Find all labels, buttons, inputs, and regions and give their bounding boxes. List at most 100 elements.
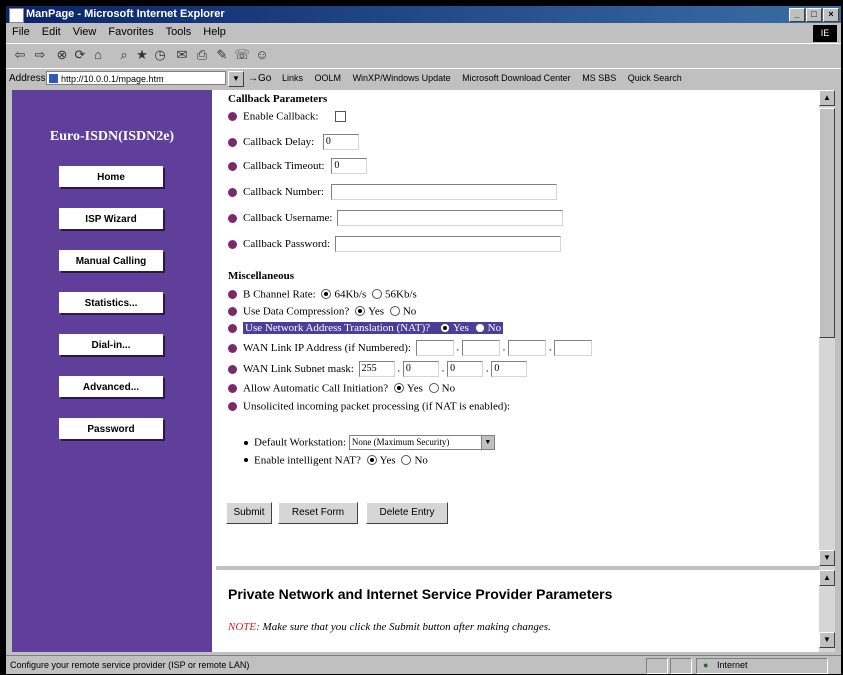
bullet-icon <box>228 401 237 411</box>
menu-favorites[interactable]: Favorites <box>102 24 159 40</box>
callback-timeout-input[interactable]: 0 <box>331 158 368 174</box>
intelligent-nat-no-radio[interactable] <box>401 455 412 466</box>
link-ms-sbs[interactable]: MS SBS <box>582 73 616 83</box>
minimize-button[interactable]: _ <box>789 8 805 22</box>
stop-icon[interactable]: ⊗ <box>54 47 70 63</box>
nav-isp-wizard-button[interactable]: ISP Wizard <box>59 208 163 229</box>
status-segment <box>670 658 692 674</box>
wan-mask-octet-1[interactable]: 255 <box>358 361 395 377</box>
compression-yes-label: Yes <box>368 305 385 318</box>
nat-label: Use Network Address Translation (NAT)? <box>243 322 433 335</box>
enable-callback-label: Enable Callback: <box>243 110 319 123</box>
chevron-down-icon: ▼ <box>480 436 494 449</box>
delete-entry-button[interactable]: Delete Entry <box>366 502 448 524</box>
menu-file[interactable]: File <box>6 24 36 40</box>
print-icon[interactable]: ⎙ <box>194 47 210 63</box>
b-channel-64-label: 64Kb/s <box>334 288 367 301</box>
wan-mask-octet-3[interactable]: 0 <box>447 361 484 377</box>
browser-window: ManPage - Microsoft Internet Explorer _ □… <box>6 6 841 674</box>
nav-password-button[interactable]: Password <box>59 418 163 439</box>
sidebar-title: Euro-ISDN(ISDN2e) <box>49 129 175 144</box>
scroll-up-icon[interactable]: ▲ <box>819 90 835 106</box>
menu-edit[interactable]: Edit <box>36 24 67 40</box>
wan-ip-row: WAN Link IP Address (if Numbered): . . . <box>228 340 593 358</box>
note-text: Make sure that you click the Submit butt… <box>262 621 551 633</box>
home-icon[interactable]: ⌂ <box>90 47 106 63</box>
menu-tools[interactable]: Tools <box>160 24 198 40</box>
discuss-icon[interactable]: ☏ <box>234 47 250 63</box>
misc-heading: Miscellaneous <box>228 270 294 282</box>
b-channel-56-radio[interactable] <box>372 289 382 300</box>
menu-help[interactable]: Help <box>197 24 232 40</box>
enable-callback-row: Enable Callback: <box>228 110 347 128</box>
link-download-center[interactable]: Microsoft Download Center <box>462 73 571 83</box>
wan-ip-octet-3[interactable] <box>508 340 547 356</box>
bullet-icon <box>228 239 237 249</box>
compression-label: Use Data Compression? <box>243 305 350 318</box>
main-scrollbar[interactable]: ▲ ▼ <box>819 90 835 566</box>
unsolicited-row: Unsolicited incoming packet processing (… <box>228 400 510 418</box>
nat-no-radio[interactable] <box>474 323 485 334</box>
bullet-icon <box>228 111 237 121</box>
link-windows-update[interactable]: WinXP/Windows Update <box>353 73 451 83</box>
callback-password-row: Callback Password: <box>228 236 561 254</box>
go-button[interactable]: →Go <box>248 73 271 84</box>
nat-yes-radio[interactable] <box>439 323 450 334</box>
address-bar: Address http://10.0.0.1/mpage.htm ▼ →Go … <box>6 68 841 89</box>
link-oolm[interactable]: OOLM <box>315 73 342 83</box>
compression-no-radio[interactable] <box>389 306 400 317</box>
address-dropdown-icon[interactable]: ▼ <box>228 71 244 87</box>
menu-view[interactable]: View <box>67 24 103 40</box>
history-icon[interactable]: ◷ <box>152 47 168 63</box>
link-quick-search[interactable]: Quick Search <box>628 73 682 83</box>
info-scrollbar[interactable]: ▲ ▼ <box>819 566 835 652</box>
scroll-down-icon[interactable]: ▼ <box>819 632 835 648</box>
compression-no-label: No <box>402 305 417 318</box>
nat-yes-label: Yes <box>452 322 469 334</box>
nav-manual-calling-button[interactable]: Manual Calling <box>59 250 163 271</box>
favorites-icon[interactable]: ★ <box>134 47 150 63</box>
compression-yes-radio[interactable] <box>355 306 366 317</box>
search-icon[interactable]: ⌕ <box>116 47 132 63</box>
callback-username-input[interactable] <box>337 210 564 226</box>
bullet-icon <box>228 364 237 374</box>
nav-advanced-button[interactable]: Advanced... <box>59 376 163 397</box>
auto-call-yes-radio[interactable] <box>393 383 404 394</box>
address-input[interactable]: http://10.0.0.1/mpage.htm <box>46 71 226 85</box>
b-channel-label: B Channel Rate: <box>243 288 316 301</box>
nav-statistics-button[interactable]: Statistics... <box>59 292 163 313</box>
scroll-down-icon[interactable]: ▼ <box>819 550 835 566</box>
wan-ip-octet-4[interactable] <box>554 340 593 356</box>
nav-home-button[interactable]: Home <box>59 166 163 187</box>
bullet-icon <box>228 187 237 197</box>
wan-ip-octet-1[interactable] <box>415 340 454 356</box>
wan-mask-octet-2[interactable]: 0 <box>402 361 439 377</box>
bullet-icon <box>228 161 237 171</box>
refresh-icon[interactable]: ⟳ <box>72 47 88 63</box>
callback-password-label: Callback Password: <box>243 238 331 250</box>
auto-call-no-radio[interactable] <box>428 383 439 394</box>
forward-icon[interactable]: ⇨ <box>32 47 48 63</box>
reset-form-button[interactable]: Reset Form <box>278 502 358 524</box>
callback-delay-input[interactable]: 0 <box>322 134 359 150</box>
callback-number-input[interactable] <box>330 184 557 200</box>
edit-icon[interactable]: ✎ <box>214 47 230 63</box>
nav-dial-in-button[interactable]: Dial-in... <box>59 334 163 355</box>
default-workstation-select[interactable]: None (Maximum Security) ▼ <box>348 435 495 450</box>
close-button[interactable]: × <box>823 8 839 22</box>
scroll-up-icon[interactable]: ▲ <box>819 570 835 586</box>
back-icon[interactable]: ⇦ <box>12 47 28 63</box>
intelligent-nat-yes-radio[interactable] <box>366 455 377 466</box>
submit-button[interactable]: Submit <box>226 502 272 524</box>
wan-mask-octet-4[interactable]: 0 <box>491 361 528 377</box>
scroll-thumb[interactable] <box>819 108 835 338</box>
maximize-button[interactable]: □ <box>806 8 822 22</box>
enable-callback-checkbox[interactable] <box>335 110 347 122</box>
messenger-icon[interactable]: ☺ <box>254 47 270 63</box>
ie-page-icon <box>9 8 24 23</box>
mail-icon[interactable]: ✉ <box>174 47 190 63</box>
b-channel-64-radio[interactable] <box>321 289 332 300</box>
wan-ip-octet-2[interactable] <box>461 340 500 356</box>
callback-password-input[interactable] <box>334 236 561 252</box>
wan-mask-row: WAN Link Subnet mask: 255 . 0 . 0 . 0 <box>228 361 528 379</box>
